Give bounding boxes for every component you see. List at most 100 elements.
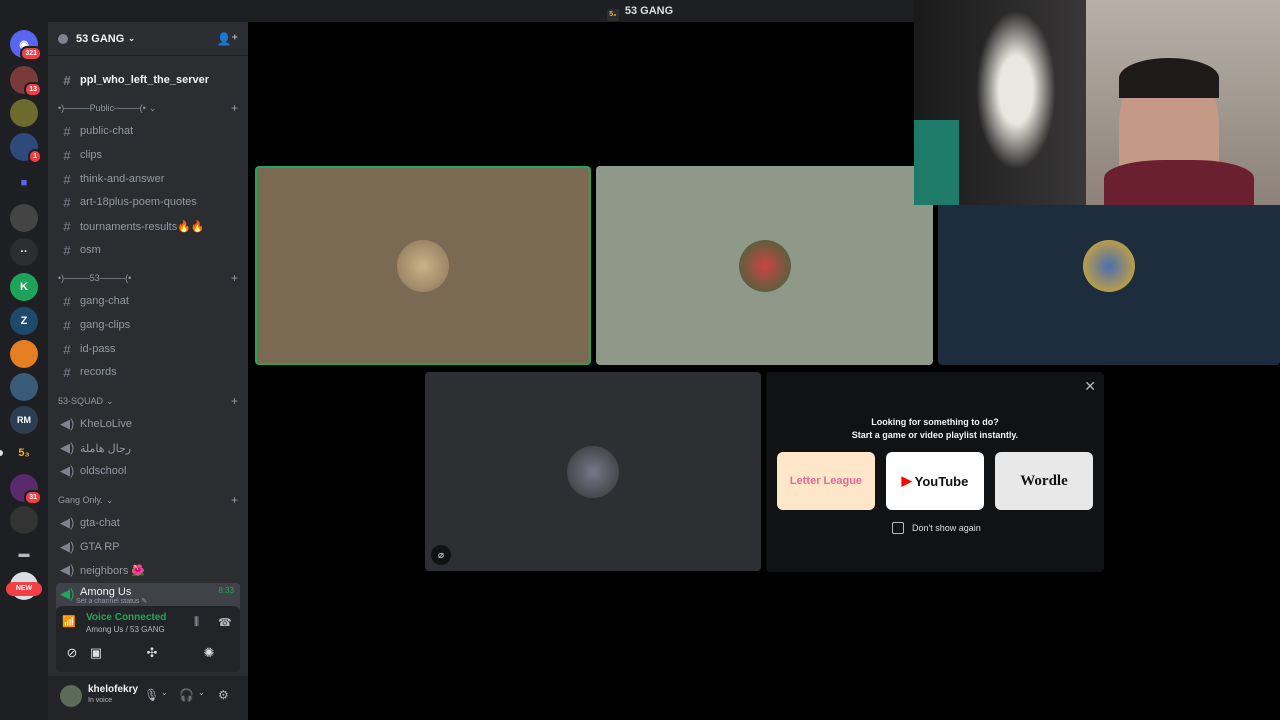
voice-channel-gta-rp[interactable]: ◀) GTA RP [56,536,240,558]
channel-gang-chat[interactable]: # gang-chat [56,290,240,312]
server-icon[interactable]: RM [10,406,38,434]
letter-league-button[interactable]: Letter League [777,452,875,510]
participant-tile-speaking[interactable] [255,166,591,365]
dont-show-again-option[interactable]: Don't show again [892,522,981,534]
category-label: 53-SQUAD [58,396,104,406]
headphones-icon[interactable]: 🎧 [179,688,194,702]
hash-icon: # [63,123,71,139]
voice-panel: 📶 Voice Connected Among Us / 53 GANG ⫼ ☎… [56,606,240,672]
add-channel-icon[interactable]: + [231,493,238,507]
voice-channel-oldschool[interactable]: ◀) oldschool [56,460,240,482]
channel-label: public-chat [80,125,134,137]
category-public[interactable]: •)────Public────(• ⌄ + [58,100,238,116]
app-label: YouTube [914,473,969,489]
server-icon[interactable]: ▬ [10,540,38,568]
voice-channel-khelolive[interactable]: ◀) KheLoLive [56,413,240,435]
wordle-button[interactable]: Wordle [995,452,1093,510]
new-badge[interactable]: NEW [6,582,42,596]
activity-prompt-title: Looking for something to do? [871,417,999,427]
streamer-shirt [1104,160,1254,205]
youtube-button[interactable]: ▶ YouTube [886,452,984,510]
add-channel-icon[interactable]: + [231,271,238,285]
close-icon[interactable]: ✕ [1084,378,1096,395]
category-label: •)────53────(• [58,273,132,283]
avatar [1083,239,1135,292]
channel-label: ppl_who_left_the_server [80,74,209,86]
noise-suppression-icon[interactable]: ⫼ [194,616,199,629]
voice-channel-arabic[interactable]: ◀) رجال هاملة [56,437,240,459]
category-gang-only[interactable]: Gang Only. ⌄ + [58,492,238,508]
lion-avatar [397,239,449,292]
muted-mic-icon: ⌀ [431,545,451,565]
activities-icon: ✣ [146,645,158,660]
category-53[interactable]: •)────53────(• + [58,270,238,286]
channel-tournaments-results[interactable]: # tournaments-results🔥🔥 [56,215,240,237]
invite-icon[interactable]: 👤⁺ [217,32,238,46]
microphone-icon[interactable]: 🎙 [144,688,159,702]
avatar [567,445,619,498]
server-icon[interactable] [10,506,38,534]
server-icon[interactable]: K [10,273,38,301]
voice-channel-neighbors[interactable]: ◀) neighbors 🌺 [56,559,240,581]
channel-records[interactable]: # records [56,361,240,383]
disconnect-icon[interactable]: ☎ [218,616,232,629]
server-icon[interactable]: ·· [10,238,38,266]
hash-icon: # [63,364,71,380]
speaker-icon: ◀) [60,562,75,577]
channel-label: art-18plus-poem-quotes [80,196,197,208]
channel-status-hint[interactable]: Set a channel status ✎ [76,597,147,605]
server-icon[interactable] [10,99,38,127]
avatar[interactable] [60,685,82,707]
screen-share-button[interactable]: ▣ [79,642,113,664]
channel-label: clips [80,149,103,161]
server-icon[interactable] [10,373,38,401]
channel-label: think-and-answer [80,173,165,185]
lamp-decoration [914,120,959,205]
speaker-icon: ◀) [60,515,75,530]
speaker-icon: ◀) [60,463,75,478]
checkbox[interactable] [892,522,904,534]
server-icon[interactable]: 13 [10,66,42,97]
server-icon[interactable]: 31 [10,474,42,505]
voice-channel-gta-chat[interactable]: ◀) gta-chat [56,512,240,534]
settings-gear-icon[interactable]: ⚙ [218,688,229,702]
chevron-down-icon[interactable]: ⌄ [198,688,205,697]
username[interactable]: khelofekry [88,684,138,695]
server-icon[interactable]: Z [10,307,38,335]
channel-ppl-who-left[interactable]: # ppl_who_left_the_server [56,69,240,91]
participant-tile[interactable]: ⌀ [425,372,761,571]
soundboard-button[interactable]: ✺ [192,642,226,664]
channel-osm[interactable]: # osm [56,239,240,261]
voice-status[interactable]: Voice Connected [86,612,166,623]
channel-clips[interactable]: # clips [56,144,240,166]
server-icon-53-gang[interactable]: 5₃ [10,439,38,467]
channel-public-chat[interactable]: # public-chat [56,120,240,142]
channel-think-and-answer[interactable]: # think-and-answer [56,168,240,190]
checkbox-label: Don't show again [912,523,981,533]
server-name: 53 GANG [76,32,125,45]
voice-location[interactable]: Among Us / 53 GANG [86,625,165,634]
category-53-squad[interactable]: 53-SQUAD ⌄ + [58,393,238,409]
category-label: •)────Public────(• [58,103,146,113]
server-header[interactable]: 53 GANG ⌄ 👤⁺ [48,22,248,56]
server-status-icon [58,33,68,44]
folder-icon[interactable]: ■ [10,169,38,197]
selected-server-pill [0,450,3,456]
channel-art[interactable]: # art-18plus-poem-quotes [56,191,240,213]
channel-id-pass[interactable]: # id-pass [56,338,240,360]
hash-icon: # [63,147,71,163]
channel-gang-clips[interactable]: # gang-clips [56,314,240,336]
server-icon[interactable]: 1 [10,133,42,164]
add-channel-icon[interactable]: + [231,101,238,115]
channel-label: gang-chat [80,295,129,307]
server-icon[interactable] [10,204,38,232]
home-server-icon[interactable]: ◉ 321 [10,30,42,61]
app-label: Letter League [789,475,863,487]
server-icon[interactable] [10,340,38,368]
chevron-down-icon[interactable]: ⌄ [161,688,168,697]
participant-tile[interactable] [596,166,933,365]
add-channel-icon[interactable]: + [231,394,238,408]
hash-icon: # [63,317,71,333]
channel-label: gang-clips [80,319,131,331]
activities-button[interactable]: ✣ [135,642,169,664]
